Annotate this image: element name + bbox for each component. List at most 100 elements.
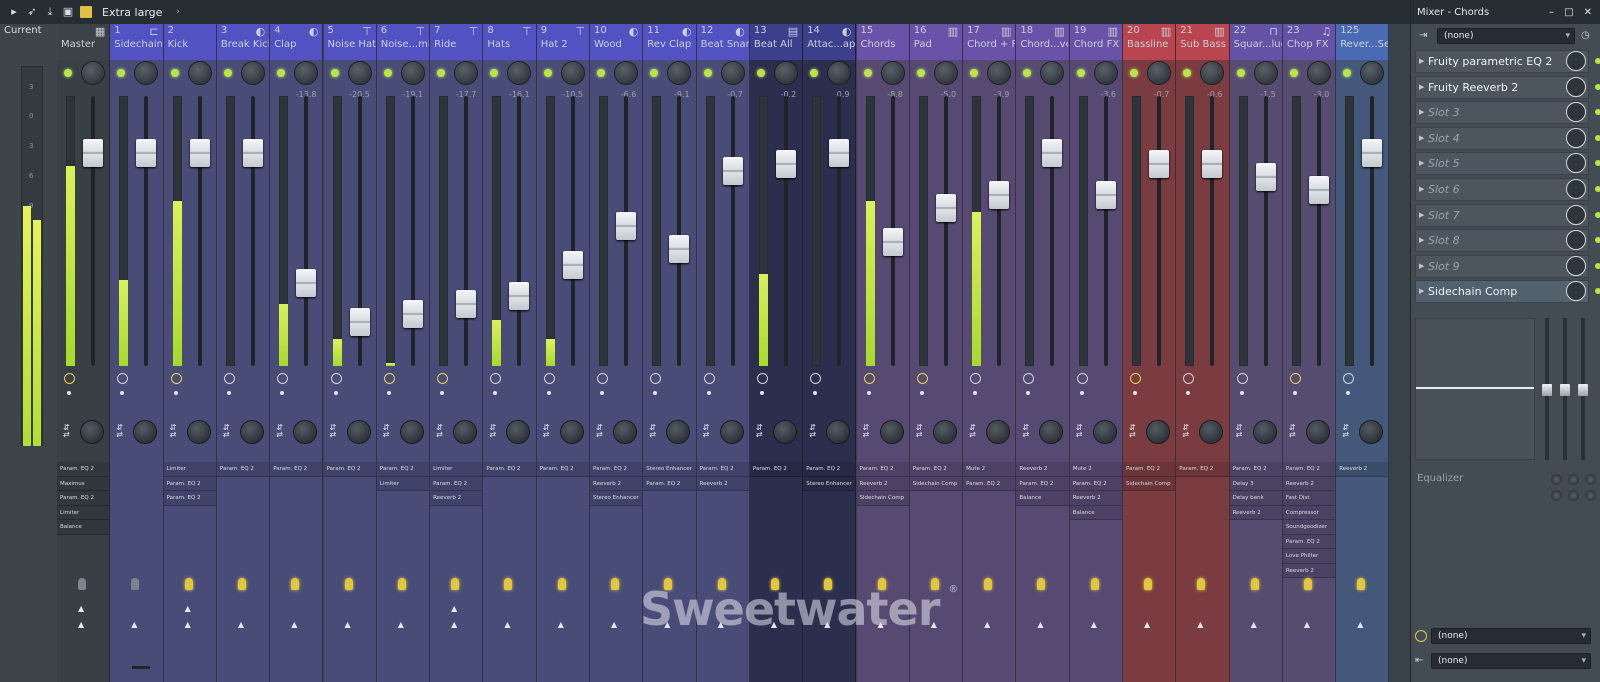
slot-enable-led[interactable]: [1595, 262, 1600, 269]
solo-dot[interactable]: [226, 391, 231, 395]
mix-level-knob[interactable]: [1566, 255, 1586, 276]
fx-chain-item[interactable]: Param. EQ 2: [163, 476, 216, 491]
slot-enable-led[interactable]: [1595, 109, 1600, 116]
mixer-track[interactable]: 1 ⊏ Sidechain ⇵ ⇄ ▲: [110, 24, 164, 682]
pan-knob[interactable]: [934, 62, 957, 84]
stereo-separation-knob[interactable]: [347, 421, 370, 443]
swap-channels-icon[interactable]: ⇵ ⇄: [63, 424, 70, 439]
pan-knob[interactable]: [774, 62, 797, 84]
mix-level-knob[interactable]: [1566, 76, 1586, 97]
pan-knob[interactable]: [401, 62, 424, 84]
clock-icon[interactable]: [756, 373, 768, 384]
route-arrow-icon[interactable]: ▲: [78, 620, 84, 629]
swap-channels-icon[interactable]: ⇵ ⇄: [489, 424, 496, 439]
lightbulb-icon[interactable]: [611, 578, 619, 590]
output-select[interactable]: (none): [1431, 628, 1591, 644]
fx-chain-item[interactable]: Param. EQ 2: [483, 462, 536, 477]
swap-channels-icon[interactable]: ⇵ ⇄: [170, 424, 177, 439]
route-arrow-icon[interactable]: ▲: [1304, 620, 1310, 629]
track-header[interactable]: 4 ◐ Clap: [270, 24, 323, 60]
fx-slot[interactable]: ▶ Slot 7: [1415, 203, 1600, 227]
track-enable-led[interactable]: [810, 69, 819, 77]
solo-dot[interactable]: [759, 391, 764, 395]
track-enable-led[interactable]: [437, 69, 446, 77]
fx-chain-item[interactable]: Param. EQ 2: [1123, 462, 1176, 477]
fx-slot[interactable]: ▶ Fruity parametric EQ 2: [1415, 50, 1600, 73]
track-enable-led[interactable]: [383, 69, 392, 77]
mix-level-knob[interactable]: [1566, 230, 1586, 251]
swap-channels-icon[interactable]: ⇵ ⇄: [1182, 424, 1189, 439]
route-up-arrow-icon[interactable]: ▲: [451, 604, 457, 613]
track-enable-led[interactable]: [1076, 69, 1085, 77]
track-header[interactable]: 20 ▥ Bassline: [1123, 24, 1176, 60]
fx-chain-item[interactable]: Delay 3: [1229, 476, 1282, 491]
stereo-separation-knob[interactable]: [1306, 421, 1329, 443]
mixer-track[interactable]: 19 ▥ Chord FX -3.6 ⇵ ⇄ Mute 2 Param. EQ 2 Reever…: [1069, 24, 1123, 682]
track-enable-led[interactable]: [703, 69, 712, 77]
fx-slot[interactable]: ▶ Slot 8: [1415, 229, 1600, 253]
mixer-track[interactable]: 125 Rever...Send ⇵⇄ Reeverb 2 ▲: [1336, 24, 1390, 682]
solo-dot[interactable]: [653, 391, 658, 395]
track-enable-led[interactable]: [597, 69, 605, 77]
stereo-separation-knob[interactable]: [987, 421, 1010, 443]
track-header[interactable]: 1 ⊏ Sidechain: [110, 24, 163, 60]
mix-level-knob[interactable]: [1566, 153, 1586, 174]
fx-chain-item[interactable]: Balance: [57, 520, 110, 535]
route-arrow-icon[interactable]: ▲: [611, 620, 617, 629]
mix-level-knob[interactable]: [1566, 127, 1586, 148]
solo-dot[interactable]: [120, 391, 125, 395]
solo-dot[interactable]: [706, 391, 711, 395]
pan-knob[interactable]: [82, 62, 104, 84]
track-header[interactable]: 15 Chords: [856, 24, 909, 60]
track-header[interactable]: 5 ⊤ Noise Hat: [323, 24, 376, 60]
pan-knob[interactable]: [721, 62, 744, 84]
route-up-arrow-icon[interactable]: ▲: [185, 604, 191, 613]
mixer-track[interactable]: 21 ▥ Sub Bass -0.6 ⇵ ⇄ Param. EQ 2 ▲: [1176, 24, 1230, 682]
route-arrow-icon[interactable]: ▲: [451, 620, 457, 629]
eq-band-fader[interactable]: [1542, 318, 1552, 460]
clock-icon[interactable]: [1076, 373, 1088, 384]
eq-freq-knob[interactable]: [1551, 474, 1562, 485]
track-enable-led[interactable]: [756, 69, 765, 77]
swap-channels-icon[interactable]: ⇵ ⇄: [1022, 424, 1029, 439]
clock-icon[interactable]: [277, 373, 289, 384]
mixer-track[interactable]: 2 Kick ⇵ ⇄ Limiter Param. EQ 2 Param. EQ 2 ▲ ▲: [163, 24, 217, 682]
horizontal-scrollbar[interactable]: [132, 666, 150, 669]
swap-channels-icon[interactable]: ⇵ ⇄: [330, 424, 337, 439]
stereo-separation-knob[interactable]: [1253, 421, 1276, 443]
clock-icon[interactable]: [383, 373, 395, 384]
clock-icon[interactable]: [437, 373, 449, 384]
route-arrow-icon[interactable]: ▲: [185, 620, 191, 629]
track-header[interactable]: 6 ⊤Noise...mbal: [376, 24, 430, 60]
fx-chain-item[interactable]: Param. EQ 2: [323, 462, 376, 477]
pan-knob[interactable]: [188, 62, 211, 84]
track-header[interactable]: 2 Kick: [163, 24, 216, 60]
solo-dot[interactable]: [1346, 391, 1351, 395]
swap-channels-icon[interactable]: ⇵ ⇄: [543, 424, 550, 439]
mixer-track[interactable]: 6⊤Noise...mbal-19.1⇵⇄Param. EQ 2Limiter▲: [376, 24, 431, 682]
solo-dot[interactable]: [919, 391, 924, 395]
pan-knob[interactable]: [828, 62, 851, 84]
fx-slot[interactable]: ▶ Slot 6: [1415, 178, 1600, 201]
stereo-separation-knob[interactable]: [400, 421, 423, 443]
route-arrow-icon[interactable]: ▲: [345, 620, 351, 629]
zoom-label[interactable]: Extra large: [102, 6, 162, 19]
clock-icon[interactable]: [810, 373, 822, 384]
mixer-track[interactable]: ▦ Master ⇵ ⇄ Param. EQ 2 Maximus Param. EQ 2 Li…: [57, 24, 111, 682]
clock-icon[interactable]: [650, 373, 662, 384]
track-header[interactable]: 9 ⊤ Hat 2: [536, 24, 589, 60]
track-header[interactable]: 125 Rever...Send: [1336, 24, 1389, 60]
swap-channels-icon[interactable]: ⇵ ⇄: [1129, 424, 1136, 439]
solo-dot[interactable]: [440, 391, 445, 395]
fx-chain-item[interactable]: Param. EQ 2: [696, 462, 749, 477]
pan-knob[interactable]: [668, 62, 691, 84]
clock-icon[interactable]: ◷: [1581, 30, 1593, 42]
stereo-separation-knob[interactable]: [773, 421, 796, 443]
track-header[interactable]: 23 ♫ Chop FX: [1282, 24, 1336, 60]
stereo-separation-knob[interactable]: [187, 421, 210, 443]
solo-dot[interactable]: [1239, 391, 1244, 395]
swap-channels-icon[interactable]: ⇵ ⇄: [223, 424, 230, 439]
track-header[interactable]: ▦ Master: [57, 24, 110, 60]
clock-icon[interactable]: [597, 373, 608, 384]
stereo-separation-knob[interactable]: [560, 421, 583, 443]
